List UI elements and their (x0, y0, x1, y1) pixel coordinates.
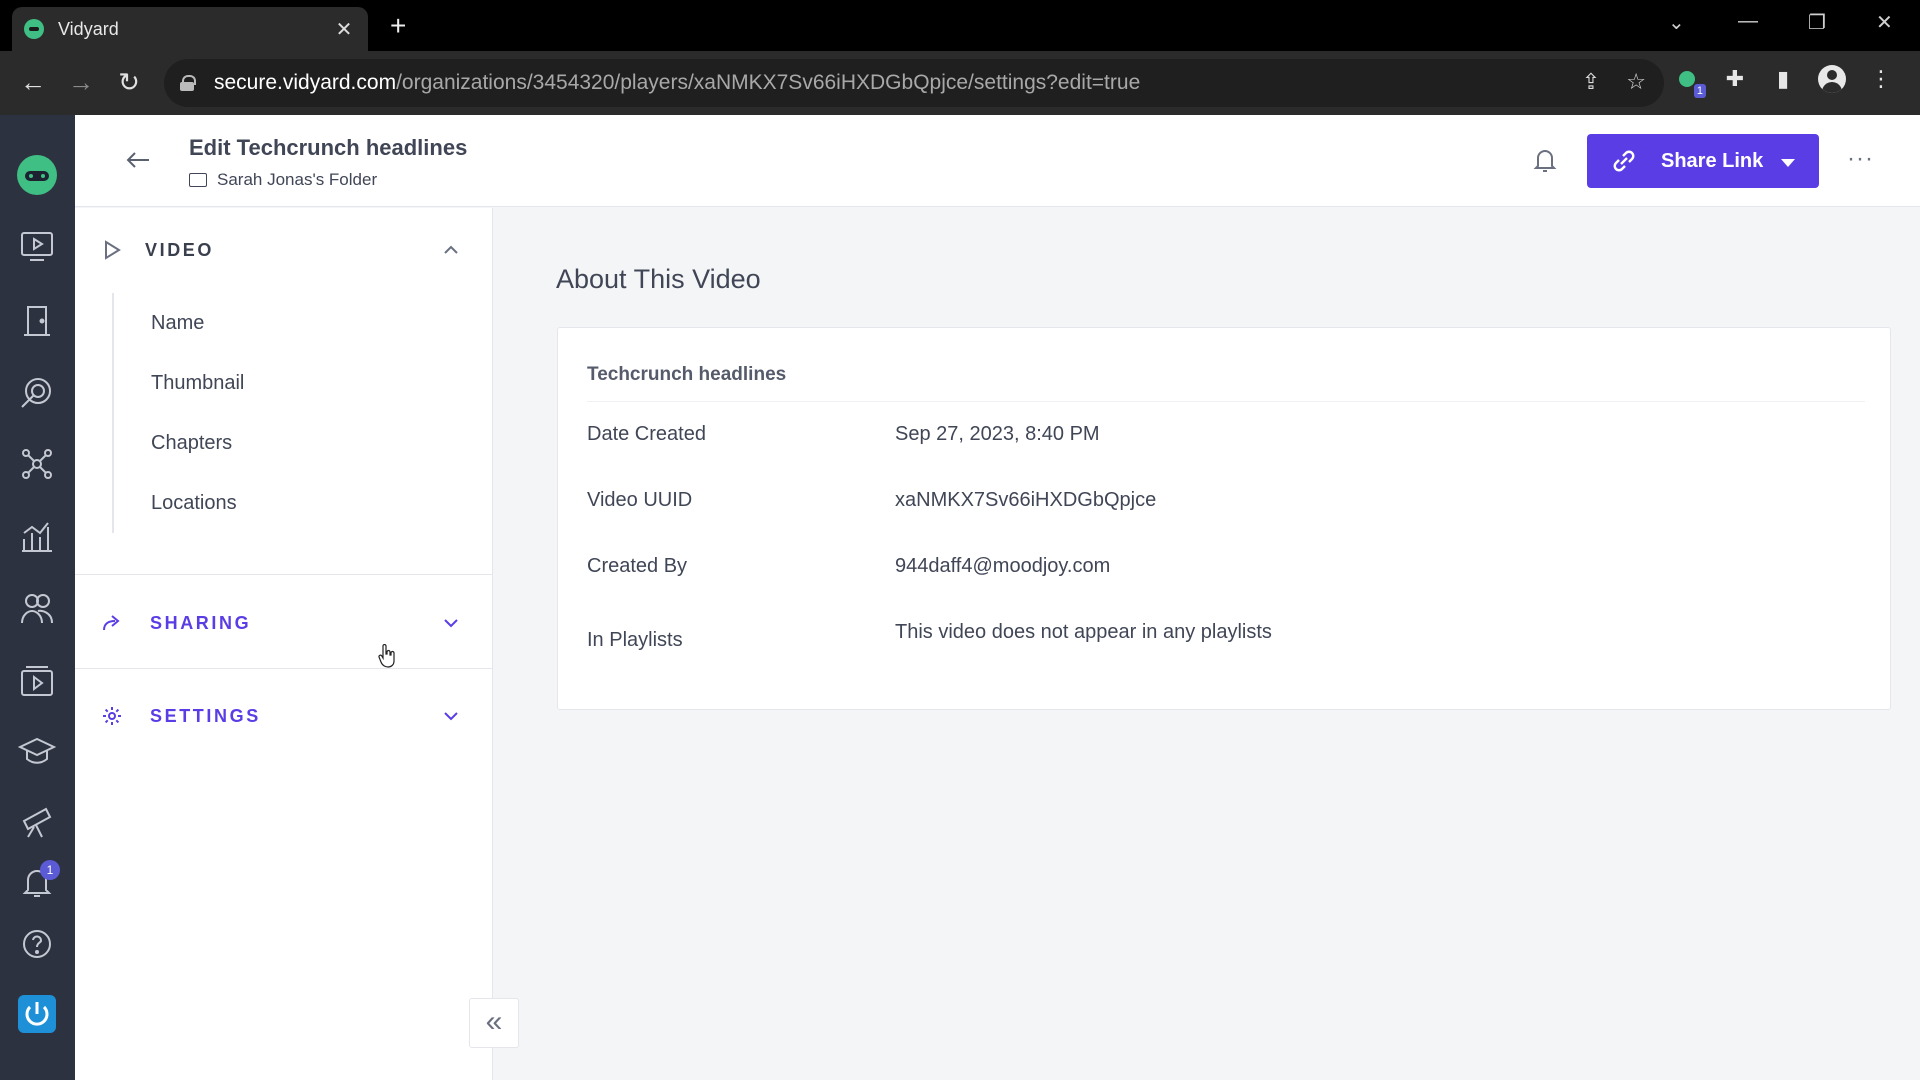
play-icon (105, 240, 121, 260)
close-window-icon[interactable]: ✕ (1876, 10, 1893, 35)
gear-icon (103, 707, 121, 725)
browser-tab-bar: Vidyard ✕ + ⌄ — ❐ ✕ (0, 0, 1920, 51)
folder-icon (189, 173, 207, 187)
app-nav-rail: 1 (0, 115, 75, 1080)
created-by-value: 944daff4@moodjoy.com (895, 555, 1111, 577)
date-created-label: Date Created (587, 423, 706, 445)
back-arrow-icon[interactable]: ← (16, 67, 50, 97)
sidebar-item-thumbnail[interactable]: Thumbnail (114, 353, 412, 413)
close-tab-icon[interactable]: ✕ (332, 17, 356, 42)
collapse-sidebar-button[interactable]: « (469, 998, 519, 1048)
page-title: Edit Techcrunch headlines (189, 135, 468, 160)
share-link-label: Share Link (1661, 149, 1764, 172)
divider (75, 574, 493, 575)
sidebar-item-name[interactable]: Name (114, 293, 412, 353)
analytics-nav-icon[interactable] (18, 517, 56, 555)
hubs-nav-icon[interactable] (18, 301, 56, 339)
academy-nav-icon[interactable] (17, 733, 57, 771)
reload-icon[interactable]: ↻ (112, 67, 146, 97)
bookmark-star-icon[interactable]: ☆ (1626, 69, 1646, 95)
notification-count-badge: 1 (40, 860, 60, 880)
settings-sidebar: VIDEO Name Thumbnail Chapters Locations … (75, 208, 493, 1080)
forward-arrow-icon[interactable]: → (64, 67, 98, 97)
chevron-down-icon[interactable] (442, 707, 460, 725)
sharing-section-label: SHARING (150, 612, 252, 633)
tab-title: Vidyard (58, 18, 119, 39)
share-link-button[interactable]: Share Link (1587, 134, 1819, 188)
browser-toolbar: ← → ↻ secure.vidyard.com /organizations/… (0, 51, 1920, 115)
in-playlists-value: This video does not appear in any playli… (895, 621, 1272, 643)
hand-cursor-icon (378, 644, 395, 668)
section-title: About This Video (556, 264, 761, 294)
new-tab-icon[interactable]: + (390, 12, 406, 40)
share-arrow-icon (103, 615, 120, 631)
video-uuid-label: Video UUID (587, 489, 693, 511)
help-icon[interactable] (18, 925, 56, 963)
video-subsection-list: Name Thumbnail Chapters Locations (112, 293, 412, 533)
in-playlists-label: In Playlists (587, 629, 683, 651)
browser-menu-icon[interactable]: ⋮ (1868, 66, 1894, 92)
card-title: Techcrunch headlines (587, 364, 787, 385)
extension-badge: 1 (1693, 84, 1706, 98)
bell-icon[interactable] (1530, 145, 1560, 175)
address-bar[interactable]: secure.vidyard.com /organizations/345432… (164, 59, 1664, 107)
vidyard-logo[interactable] (17, 155, 57, 195)
vidyard-favicon-icon (24, 19, 44, 39)
chevron-down-icon[interactable] (442, 614, 460, 632)
minimize-icon[interactable]: — (1738, 10, 1758, 33)
browser-tab[interactable]: Vidyard ✕ (12, 7, 368, 51)
extensions-puzzle-icon[interactable]: ✚ (1722, 66, 1748, 92)
chevron-up-icon[interactable] (442, 241, 460, 259)
url-host: secure.vidyard.com (214, 71, 397, 94)
folder-name: Sarah Jonas's Folder (217, 170, 378, 189)
notifications-nav-icon[interactable]: 1 (18, 860, 60, 900)
sharing-section-header[interactable]: SHARING (75, 593, 493, 653)
back-arrow-icon[interactable] (123, 145, 153, 175)
divider (75, 668, 493, 669)
url-path: /organizations/3454320/players/xaNMKX7Sv… (396, 71, 1141, 94)
settings-section-header[interactable]: SETTINGS (75, 686, 493, 746)
sidebar-item-chapters[interactable]: Chapters (114, 413, 412, 473)
more-options-icon[interactable]: ··· (1847, 145, 1874, 173)
restore-icon[interactable]: ❐ (1808, 10, 1826, 35)
divider (587, 401, 1865, 402)
share-page-icon[interactable]: ⇪ (1582, 69, 1600, 95)
side-panel-icon[interactable]: ▮ (1770, 66, 1796, 92)
video-library-nav-icon[interactable] (18, 663, 56, 701)
team-nav-icon[interactable] (18, 589, 56, 627)
settings-section-label: SETTINGS (150, 705, 261, 726)
caret-down-icon[interactable] (1781, 159, 1796, 167)
power-account-icon[interactable] (18, 995, 56, 1033)
about-video-card: Techcrunch headlines Date Created Sep 27… (557, 327, 1891, 710)
video-uuid-value[interactable]: xaNMKX7Sv66iHXDGbQpjce (895, 489, 1156, 512)
discover-telescope-icon[interactable] (18, 801, 56, 839)
videos-nav-icon[interactable] (18, 227, 56, 265)
tab-search-icon[interactable]: ⌄ (1668, 10, 1685, 35)
video-section-header[interactable]: VIDEO (75, 220, 493, 280)
video-section-label: VIDEO (145, 239, 215, 260)
created-by-label: Created By (587, 555, 688, 577)
prospecting-nav-icon[interactable] (18, 373, 56, 411)
folder-breadcrumb[interactable]: Sarah Jonas's Folder (189, 170, 377, 190)
vidyard-extension-icon[interactable]: 1 (1674, 66, 1706, 98)
integrations-nav-icon[interactable] (18, 445, 56, 483)
lock-icon[interactable] (180, 75, 196, 91)
sidebar-item-locations[interactable]: Locations (114, 473, 412, 533)
date-created-value: Sep 27, 2023, 8:40 PM (895, 423, 1100, 445)
page-header: Edit Techcrunch headlines Sarah Jonas's … (75, 115, 1920, 207)
profile-avatar[interactable] (1818, 65, 1846, 93)
link-icon (1613, 150, 1635, 172)
